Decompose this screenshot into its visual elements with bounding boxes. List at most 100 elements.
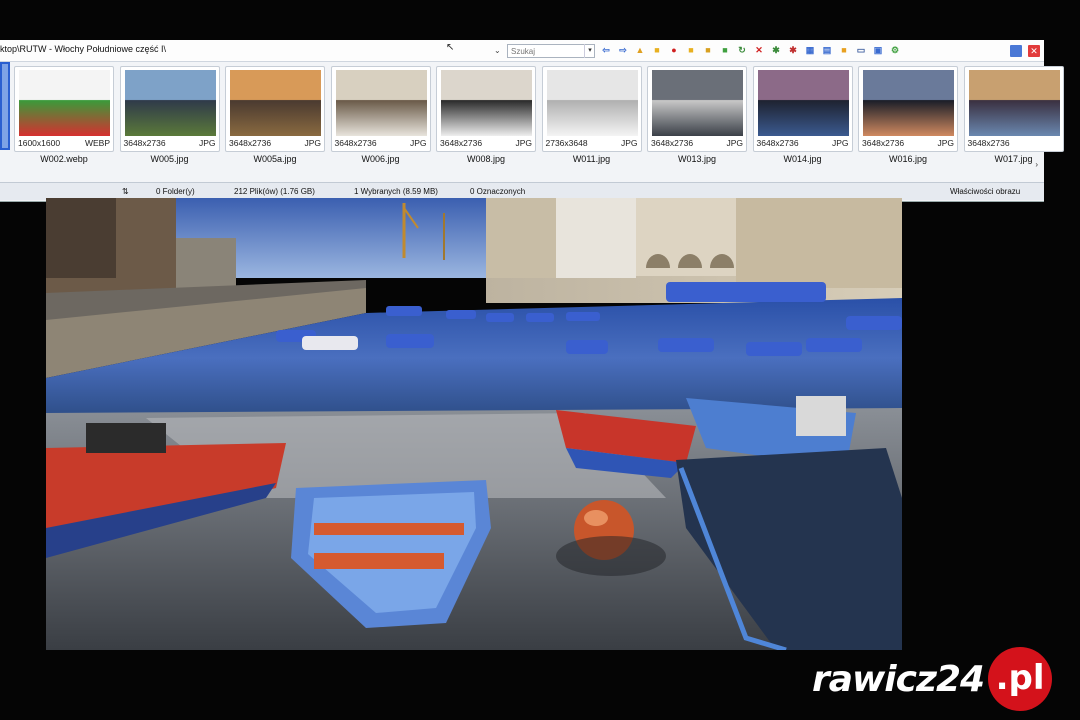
- thumbnail-image: [441, 70, 532, 136]
- tools-icon[interactable]: ✱: [770, 44, 782, 56]
- effects-icon[interactable]: ✱: [787, 44, 799, 56]
- folder-open-icon[interactable]: ■: [685, 44, 697, 56]
- thumbnail-meta: 3648x2736 JPG: [651, 138, 743, 148]
- status-files: 212 Plik(ów) (1.76 GB): [234, 187, 315, 196]
- thumbnail-filename[interactable]: W005.jpg: [120, 154, 220, 164]
- thumbnail-image: [652, 70, 743, 136]
- thumbnail-type: JPG: [831, 138, 849, 148]
- thumbnail-dimensions: 3648x2736: [440, 138, 483, 148]
- folder-up-icon[interactable]: ▲: [634, 44, 646, 56]
- thumbnail-filename[interactable]: W011.jpg: [542, 154, 642, 164]
- thumbnail-card[interactable]: 3648x2736 JPG: [647, 66, 747, 152]
- scroll-right-icon[interactable]: ›: [1035, 160, 1038, 169]
- path-dropdown-icon[interactable]: ⌄: [494, 46, 501, 55]
- thumbnail-type: JPG: [304, 138, 321, 148]
- thumbnail-type: JPG: [409, 138, 427, 148]
- thumbnail-card[interactable]: 3648x2736: [963, 66, 1064, 152]
- thumbnail-image: [19, 70, 110, 136]
- folder-icon[interactable]: ■: [651, 44, 663, 56]
- harbor-photo: [46, 198, 902, 650]
- thumbnail-dimensions: 1600x1600: [18, 138, 61, 148]
- thumbnail-filename[interactable]: W017.jpg: [964, 154, 1064, 164]
- delete-icon[interactable]: ✕: [753, 44, 765, 56]
- thumbnail-image: [546, 70, 638, 136]
- thumbnail-dimensions: 3648x2736: [334, 138, 377, 148]
- thumbnail-meta: 3648x2736: [968, 138, 1060, 148]
- thumbnail-type: JPG: [937, 138, 954, 148]
- image-viewer-window: ktop\RUTW - Włochy Południowe część I\ ↖…: [0, 40, 1064, 202]
- thumbnail-type: JPG: [726, 138, 743, 148]
- thumbnail-card[interactable]: 3648x2736 JPG: [330, 66, 431, 152]
- thumbnail-dimensions: 3648x2736: [967, 138, 1010, 148]
- thumbnail-type: JPG: [515, 138, 532, 148]
- thumbnail-dimensions: 3648x2736: [229, 138, 272, 148]
- thumbnail-meta: 3648x2736 JPG: [335, 138, 427, 148]
- toolbar: ktop\RUTW - Włochy Południowe część I\ ↖…: [0, 40, 1044, 62]
- status-selected: 1 Wybranych (8.59 MB): [354, 187, 438, 196]
- stop-icon[interactable]: ■: [838, 44, 850, 56]
- search-input[interactable]: [507, 44, 595, 58]
- selected-thumbnail-edge[interactable]: [0, 62, 10, 150]
- thumbnail-filename[interactable]: W013.jpg: [647, 154, 747, 164]
- thumbnail-meta: 1600x1600 WEBP: [18, 138, 110, 148]
- thumbnail-type: WEBP: [84, 138, 110, 148]
- thumbnail-meta: 3648x2736 JPG: [862, 138, 954, 148]
- thumbnail-card[interactable]: 3648x2736 JPG: [858, 66, 958, 152]
- thumbnail-type: JPG: [198, 138, 216, 148]
- thumbnail-meta: 3648x2736 JPG: [124, 138, 216, 148]
- thumbnail-filename[interactable]: W006.jpg: [331, 154, 431, 164]
- thumbnail-filename[interactable]: W016.jpg: [858, 154, 958, 164]
- copy-icon[interactable]: ■: [702, 44, 714, 56]
- thumbnail-filename[interactable]: W002.webp: [14, 154, 114, 164]
- status-marked: 0 Oznaczonych: [470, 187, 526, 196]
- refresh-icon[interactable]: ↻: [736, 44, 748, 56]
- status-folders: 0 Folder(y): [156, 187, 195, 196]
- sort-toggle-icon[interactable]: ⇅: [122, 187, 129, 196]
- toolbar-icon-group: ⇦ ⇨ ▲ ■ ● ■ ■ ■ ↻ ✕ ✱ ✱ ▦ ▤ ■ ▭ ▣ ⚙: [600, 44, 901, 56]
- thumbnail-type: JPG: [620, 138, 638, 148]
- thumbnail-dimensions: 3648x2736: [862, 138, 905, 148]
- slideshow-icon[interactable]: ▣: [872, 44, 884, 56]
- settings-icon[interactable]: ⚙: [889, 44, 901, 56]
- thumbnail-strip: 1600x1600 WEBP W002.webp 3648x2736 JPG W005.j…: [0, 62, 1064, 202]
- thumbnail-card[interactable]: 3648x2736 JPG: [225, 66, 325, 152]
- mouse-cursor-icon: ↖: [446, 42, 455, 53]
- thumbnail-filename[interactable]: W008.jpg: [436, 154, 536, 164]
- print-icon[interactable]: ▭: [855, 44, 867, 56]
- move-icon[interactable]: ■: [719, 44, 731, 56]
- thumbnail-meta: 3648x2736 JPG: [229, 138, 321, 148]
- thumbnail-filename[interactable]: W005a.jpg: [225, 154, 325, 164]
- logo-badge: .pl: [988, 647, 1053, 711]
- thumbnail-dimensions: 2736x3648: [545, 138, 588, 148]
- thumbnail-dimensions: 3648x2736: [651, 138, 694, 148]
- thumbnail-image: [757, 70, 849, 136]
- rawicz24-logo: rawicz24 .pl: [812, 647, 1053, 711]
- thumbnail-card[interactable]: 3648x2736 JPG: [752, 66, 853, 152]
- thumbnail-filename[interactable]: W014.jpg: [753, 154, 853, 164]
- logo-text: rawicz24: [812, 658, 985, 700]
- path-breadcrumb[interactable]: ktop\RUTW - Włochy Południowe część I\: [0, 44, 166, 54]
- grid-view-icon[interactable]: ▦: [804, 44, 816, 56]
- close-button[interactable]: ✕: [1028, 45, 1040, 57]
- list-view-icon[interactable]: ▤: [821, 44, 833, 56]
- back-arrow-icon[interactable]: ⇦: [600, 44, 612, 56]
- thumbnail-image: [863, 70, 954, 136]
- thumbnail-dimensions: 3648x2736: [756, 138, 799, 148]
- thumbnail-image: [335, 70, 427, 136]
- thumbnail-meta: 3648x2736 JPG: [440, 138, 532, 148]
- thumbnail-card[interactable]: 2736x3648 JPG: [541, 66, 642, 152]
- thumbnail-image: [124, 70, 216, 136]
- minimize-button[interactable]: [1010, 45, 1022, 57]
- status-image-properties[interactable]: Właściwości obrazu: [950, 187, 1020, 196]
- forward-arrow-icon[interactable]: ⇨: [617, 44, 629, 56]
- thumbnail-image: [968, 70, 1060, 136]
- thumbnail-card[interactable]: 3648x2736 JPG: [119, 66, 220, 152]
- thumbnail-meta: 3648x2736 JPG: [757, 138, 849, 148]
- thumbnail-meta: 2736x3648 JPG: [546, 138, 638, 148]
- thumbnail-card[interactable]: 3648x2736 JPG: [436, 66, 536, 152]
- thumbnail-dimensions: 3648x2736: [123, 138, 166, 148]
- record-icon[interactable]: ●: [668, 44, 680, 56]
- search-dropdown-icon[interactable]: ▾: [584, 44, 595, 58]
- thumbnail-card[interactable]: 1600x1600 WEBP: [14, 66, 114, 152]
- thumbnail-image: [230, 70, 321, 136]
